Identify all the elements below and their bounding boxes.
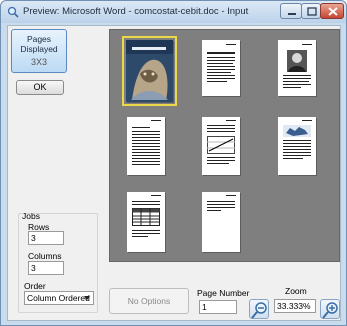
- zoom-out-button[interactable]: [249, 299, 269, 319]
- page-thumbnail-6[interactable]: [202, 192, 240, 252]
- minimize-button[interactable]: [280, 3, 302, 19]
- page-thumbnail-3[interactable]: [127, 192, 165, 252]
- close-button[interactable]: [320, 3, 344, 19]
- portrait-photo: [287, 50, 307, 72]
- page-thumbnail-7[interactable]: [278, 40, 316, 96]
- minimize-icon: [288, 13, 296, 15]
- no-options-button[interactable]: No Options: [109, 288, 189, 314]
- line-chart-figure: [207, 136, 235, 154]
- zoom-out-icon: [251, 302, 267, 319]
- order-label: Order: [24, 281, 46, 291]
- page-thumbnail-2[interactable]: [127, 117, 165, 175]
- table-figure: [132, 208, 160, 226]
- zoom-field[interactable]: 33.333%: [274, 299, 316, 313]
- app-preview-icon: [7, 6, 19, 18]
- title-bar[interactable]: Preview: Microsoft Word - comcostat-cebi…: [1, 1, 346, 23]
- map-figure: [283, 125, 311, 137]
- page-thumbnail-5[interactable]: [202, 117, 240, 175]
- page-thumbnail-1[interactable]: [122, 36, 177, 106]
- jobs-label: Jobs: [22, 211, 40, 221]
- ok-button[interactable]: OK: [16, 80, 64, 95]
- columns-label: Columns: [28, 251, 62, 261]
- zoom-in-button[interactable]: [320, 299, 340, 319]
- page-number-label: Page Number: [197, 288, 250, 298]
- page-preview-area[interactable]: [109, 29, 340, 262]
- pages-displayed-label-line1: Pages: [26, 34, 52, 44]
- pages-displayed-button[interactable]: Pages Displayed 3X3: [11, 29, 67, 73]
- pages-grid-size: 3X3: [30, 57, 47, 67]
- rows-field[interactable]: 3: [28, 231, 64, 245]
- chevron-down-icon: [84, 296, 90, 300]
- columns-field[interactable]: 3: [28, 261, 64, 275]
- pages-displayed-label-line2: Displayed: [20, 44, 58, 54]
- page-number-field[interactable]: 1: [199, 300, 237, 314]
- order-select-value: Column Ordered: [27, 293, 90, 303]
- zoom-in-icon: [322, 302, 338, 319]
- window-title: Preview: Microsoft Word - comcostat-cebi…: [23, 6, 249, 17]
- maximize-icon: [307, 7, 317, 16]
- zoom-label: Zoom: [285, 286, 307, 296]
- maximize-button[interactable]: [301, 3, 321, 19]
- page-thumbnail-4[interactable]: [202, 40, 240, 96]
- order-select[interactable]: Column Ordered: [24, 291, 94, 305]
- cover-image: [126, 40, 173, 102]
- page-thumbnail-8[interactable]: [278, 117, 316, 175]
- close-icon: [328, 7, 338, 16]
